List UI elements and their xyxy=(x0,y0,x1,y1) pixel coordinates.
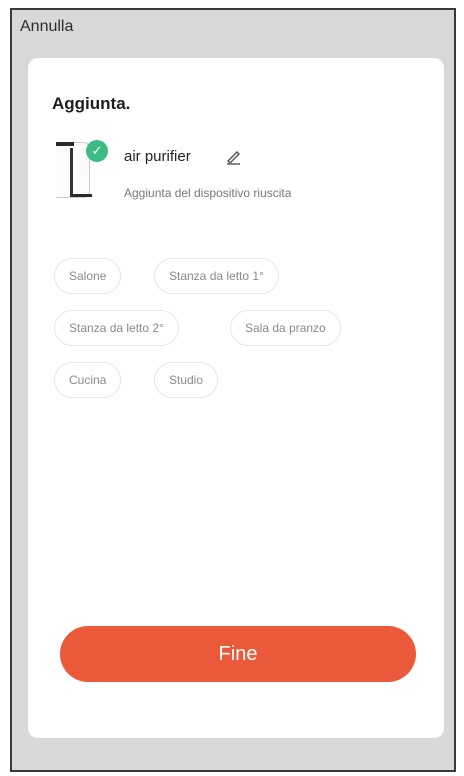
room-chip-stanza-1[interactable]: Stanza da letto 1° xyxy=(154,258,279,294)
page-title: Aggiunta. xyxy=(52,94,131,113)
pencil-icon[interactable] xyxy=(224,146,244,166)
check-icon: ✓ xyxy=(86,140,108,162)
device-added-card: Aggiunta. ✓ air purifier Aggiunta del di… xyxy=(28,58,444,738)
room-chip-studio[interactable]: Studio xyxy=(154,362,219,398)
done-button[interactable]: Fine xyxy=(60,626,416,682)
room-chip-sala-pranzo[interactable]: Sala da pranzo xyxy=(230,310,341,346)
room-chip-cucina[interactable]: Cucina xyxy=(54,362,122,398)
app-screen: Annulla Aggiunta. ✓ air purifier Aggiunt… xyxy=(10,8,456,772)
room-chip-stanza-2[interactable]: Stanza da letto 2° xyxy=(54,310,179,346)
room-chip-salone[interactable]: Salone xyxy=(54,258,122,294)
device-name: air purifier xyxy=(124,148,191,165)
device-status: Aggiunta del dispositivo riuscita xyxy=(124,186,292,200)
cancel-button[interactable]: Annulla xyxy=(20,18,73,36)
